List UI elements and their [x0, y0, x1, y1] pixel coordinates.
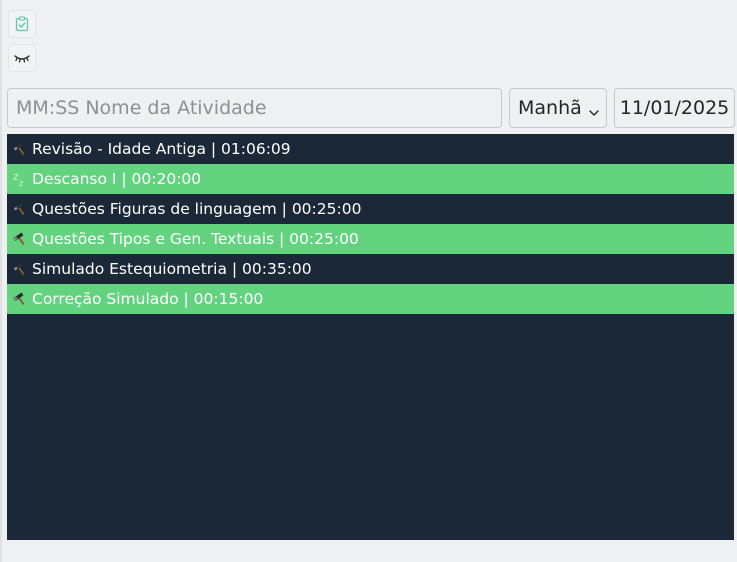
activity-row[interactable]: Questões Tipos e Gen. Textuais | 00:25:0…	[7, 224, 734, 254]
activity-label: Correção Simulado | 00:15:00	[32, 290, 264, 308]
sleep-zz-icon: Zz	[11, 170, 29, 188]
date-field[interactable]: 11/01/2025	[614, 88, 735, 128]
activity-label: Descanso I | 00:20:00	[32, 170, 202, 188]
activity-row[interactable]: Questões Figuras de linguagem | 00:25:00	[7, 194, 734, 224]
clipboard-check-icon	[15, 16, 29, 32]
activity-list[interactable]: Revisão - Idade Antiga | 01:06:09 Zz Desca…	[7, 134, 734, 540]
activity-input[interactable]	[7, 88, 502, 128]
hammer-icon	[11, 290, 29, 308]
activity-label: Questões Figuras de linguagem | 00:25:00	[32, 200, 362, 218]
hammer-icon	[11, 230, 29, 248]
activity-row[interactable]: Correção Simulado | 00:15:00	[7, 284, 734, 314]
hammer-icon	[11, 140, 29, 158]
checklist-button[interactable]	[8, 10, 36, 38]
date-value: 11/01/2025	[619, 97, 730, 119]
hammer-icon	[11, 260, 29, 278]
activity-entry-bar: Manhã 11/01/2025	[7, 88, 735, 128]
activity-row[interactable]: Zz Descanso I | 00:20:00	[7, 164, 734, 194]
hammer-icon	[11, 200, 29, 218]
svg-text:z: z	[19, 179, 23, 187]
activity-row[interactable]: Simulado Estequiometria | 00:35:00	[7, 254, 734, 284]
activity-label: Questões Tipos e Gen. Textuais | 00:25:0…	[32, 230, 359, 248]
period-select[interactable]: Manhã	[509, 88, 607, 128]
period-select-value: Manhã	[518, 97, 582, 119]
closed-eye-icon	[13, 53, 31, 63]
activity-label: Revisão - Idade Antiga | 01:06:09	[32, 140, 291, 158]
activity-label: Simulado Estequiometria | 00:35:00	[32, 260, 312, 278]
activity-row[interactable]: Revisão - Idade Antiga | 01:06:09	[7, 134, 734, 164]
sleep-mode-button[interactable]	[8, 44, 36, 72]
window-edge	[0, 0, 2, 562]
app-window: Manhã 11/01/2025 Revisão - Idade Antiga …	[0, 0, 737, 562]
chevron-down-icon	[588, 102, 600, 124]
